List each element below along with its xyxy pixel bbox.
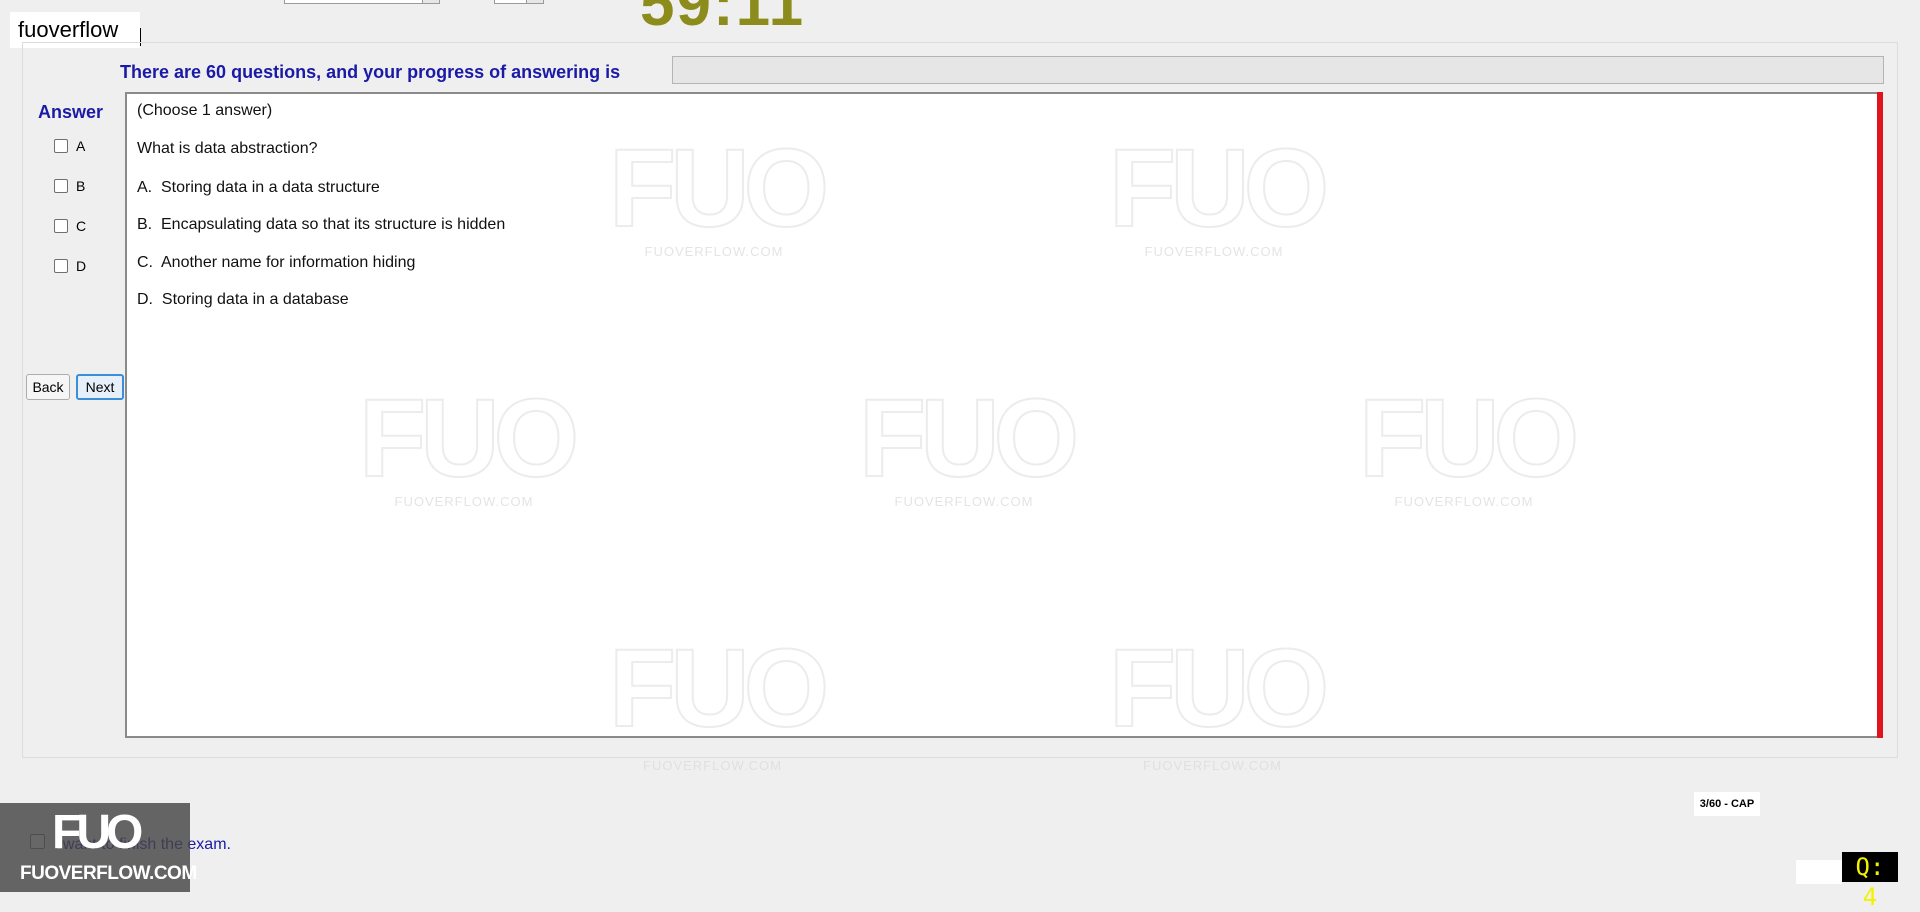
watermark: FUOFUOVERFLOW.COM [1108, 627, 1330, 738]
watermark: FUOFUOVERFLOW.COM [858, 377, 1080, 510]
status-indicator: 3/60 - CAP [1694, 792, 1760, 816]
exam-timer: 59:11 [640, 0, 806, 39]
answer-option-d[interactable]: D [54, 258, 86, 274]
choice-d: D. Storing data in a database [137, 291, 349, 308]
next-button[interactable]: Next [76, 374, 124, 400]
answer-heading: Answer [38, 102, 104, 122]
question-instruction: (Choose 1 answer) [137, 102, 273, 119]
progress-label: There are 60 questions, and your progres… [120, 62, 621, 82]
top-select-1[interactable] [284, 0, 440, 4]
answer-option-c[interactable]: C [54, 218, 86, 234]
watermark: FUOFUOVERFLOW.COM [608, 627, 830, 738]
fuoverflow-logo: FUO FUOVERFLOW.COM [0, 803, 197, 892]
question-text: What is data abstraction? [137, 140, 318, 157]
checkbox-d[interactable] [54, 259, 68, 273]
watermark: FUOFUOVERFLOW.COM [358, 377, 580, 510]
checkbox-b[interactable] [54, 179, 68, 193]
question-box-scrollbar[interactable] [1877, 92, 1883, 738]
checkbox-c[interactable] [54, 219, 68, 233]
top-select-2[interactable] [494, 0, 544, 4]
choice-b: B. Encapsulating data so that its struct… [137, 216, 506, 233]
answer-option-label: D [76, 258, 87, 274]
question-tag-bg [1796, 860, 1842, 884]
progress-bar [672, 56, 1884, 84]
answer-option-b[interactable]: B [54, 178, 85, 194]
answer-option-label: C [76, 218, 87, 234]
watermark-caption: FUOVERFLOW.COM [643, 758, 782, 773]
watermark: FUOFUOVERFLOW.COM [1108, 127, 1330, 260]
watermark: FUOFUOVERFLOW.COM [608, 127, 830, 260]
question-number-tag: Q: 4 [1842, 852, 1898, 911]
brand-tag-text: fuoverflow [18, 17, 119, 42]
logo-site: FUOVERFLOW.COM [20, 863, 197, 884]
back-button[interactable]: Back [26, 374, 70, 400]
logo-mark: FUO [52, 806, 143, 859]
question-box: FUO FUOVERFLOW.COM FUO FUOVERFLOW.COM FUO F… [125, 92, 1881, 738]
watermark-caption: FUOVERFLOW.COM [1143, 758, 1282, 773]
answer-option-a[interactable]: A [54, 138, 85, 154]
answer-option-label: B [76, 178, 86, 194]
choice-a: A. Storing data in a data structure [137, 179, 380, 196]
choice-c: C. Another name for information hiding [137, 254, 416, 271]
checkbox-a[interactable] [54, 139, 68, 153]
watermark: FUOFUOVERFLOW.COM [1358, 377, 1580, 510]
answer-option-label: A [76, 138, 86, 154]
